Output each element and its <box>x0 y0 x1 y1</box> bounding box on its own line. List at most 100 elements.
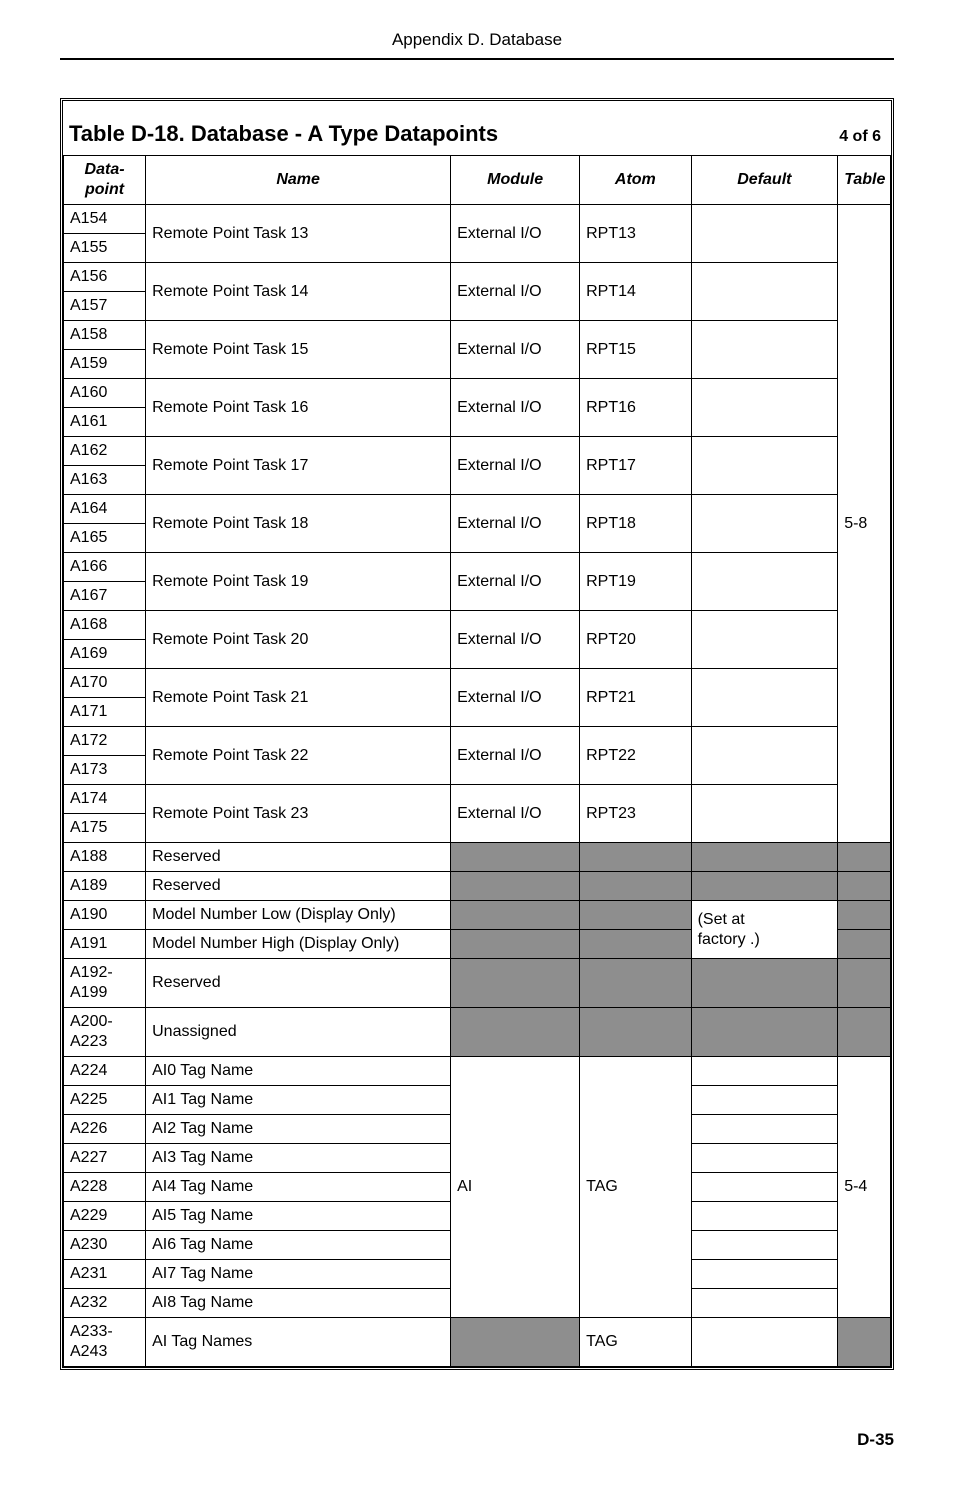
table-row: A233-A243AI Tag Names TAG <box>64 1318 891 1367</box>
cell-module: External I/O <box>451 495 580 553</box>
cell-datapoint: A173 <box>64 756 146 785</box>
table-row: A192-A199Reserved <box>64 959 891 1008</box>
cell-atom <box>580 843 691 872</box>
table-row: A172Remote Point Task 22External I/ORPT2… <box>64 727 891 756</box>
cell-table <box>838 901 891 930</box>
cell-module <box>451 872 580 901</box>
cell-datapoint: A224 <box>64 1057 146 1086</box>
cell-module: External I/O <box>451 321 580 379</box>
cell-name: Model Number High (Display Only) <box>146 930 451 959</box>
cell-datapoint: A169 <box>64 640 146 669</box>
cell-name: AI Tag Names <box>146 1318 451 1367</box>
cell-atom: RPT22 <box>580 727 691 785</box>
cell-default <box>691 1008 838 1057</box>
cell-table: 5-8 <box>838 205 891 843</box>
cell-atom <box>580 930 691 959</box>
cell-datapoint: A159 <box>64 350 146 379</box>
table-row: A160Remote Point Task 16External I/ORPT1… <box>64 379 891 408</box>
cell-datapoint: A157 <box>64 292 146 321</box>
cell-table <box>838 1008 891 1057</box>
cell-module: External I/O <box>451 263 580 321</box>
cell-datapoint: A160 <box>64 379 146 408</box>
table-row: A166Remote Point Task 19External I/ORPT1… <box>64 553 891 582</box>
cell-table <box>838 843 891 872</box>
cell-datapoint: A155 <box>64 234 146 263</box>
cell-default <box>691 785 838 843</box>
cell-name: AI4 Tag Name <box>146 1173 451 1202</box>
cell-name: Remote Point Task 23 <box>146 785 451 843</box>
cell-module <box>451 1318 580 1367</box>
cell-datapoint: A232 <box>64 1289 146 1318</box>
cell-datapoint: A190 <box>64 901 146 930</box>
cell-name: Remote Point Task 13 <box>146 205 451 263</box>
cell-atom <box>580 901 691 930</box>
cell-atom <box>580 959 691 1008</box>
cell-name: Remote Point Task 21 <box>146 669 451 727</box>
cell-datapoint: A189 <box>64 872 146 901</box>
cell-atom: TAG <box>580 1318 691 1367</box>
cell-atom: RPT17 <box>580 437 691 495</box>
cell-datapoint: A167 <box>64 582 146 611</box>
cell-default <box>691 872 838 901</box>
cell-datapoint: A163 <box>64 466 146 495</box>
cell-default <box>691 1057 838 1086</box>
table-row: A200-A223Unassigned <box>64 1008 891 1057</box>
col-name: Name <box>146 156 451 205</box>
cell-default <box>691 1260 838 1289</box>
cell-module: External I/O <box>451 611 580 669</box>
cell-atom <box>580 872 691 901</box>
col-datapoint: Data-point <box>64 156 146 205</box>
cell-table <box>838 930 891 959</box>
table-row: A188Reserved <box>64 843 891 872</box>
cell-default: (Set atfactory .) <box>691 901 838 959</box>
cell-name: AI8 Tag Name <box>146 1289 451 1318</box>
table-header-row: Data-point Name Module Atom Default Tabl… <box>64 156 891 205</box>
cell-default <box>691 611 838 669</box>
cell-name: Remote Point Task 16 <box>146 379 451 437</box>
table-row: A168Remote Point Task 20External I/ORPT2… <box>64 611 891 640</box>
cell-datapoint: A231 <box>64 1260 146 1289</box>
cell-default <box>691 553 838 611</box>
cell-default <box>691 321 838 379</box>
col-atom: Atom <box>580 156 691 205</box>
cell-name: Unassigned <box>146 1008 451 1057</box>
cell-name: AI7 Tag Name <box>146 1260 451 1289</box>
cell-default <box>691 495 838 553</box>
cell-default <box>691 379 838 437</box>
cell-module <box>451 1008 580 1057</box>
cell-module: External I/O <box>451 669 580 727</box>
table-row: A174Remote Point Task 23External I/ORPT2… <box>64 785 891 814</box>
table-page-indicator: 4 of 6 <box>839 128 881 146</box>
cell-name: AI1 Tag Name <box>146 1086 451 1115</box>
cell-name: Remote Point Task 17 <box>146 437 451 495</box>
cell-name: Remote Point Task 18 <box>146 495 451 553</box>
cell-name: AI3 Tag Name <box>146 1144 451 1173</box>
cell-default <box>691 1289 838 1318</box>
cell-atom: RPT21 <box>580 669 691 727</box>
cell-module: External I/O <box>451 205 580 263</box>
cell-module <box>451 930 580 959</box>
cell-default <box>691 1202 838 1231</box>
table-row: A224AI0 Tag NameAITAG5-4 <box>64 1057 891 1086</box>
cell-module <box>451 843 580 872</box>
col-default: Default <box>691 156 838 205</box>
table-title: Table D-18. Database - A Type Datapoints <box>69 121 498 147</box>
datapoints-table: Data-point Name Module Atom Default Tabl… <box>63 155 891 1367</box>
cell-name: AI2 Tag Name <box>146 1115 451 1144</box>
cell-datapoint: A168 <box>64 611 146 640</box>
cell-datapoint: A158 <box>64 321 146 350</box>
cell-default <box>691 263 838 321</box>
cell-name: Remote Point Task 19 <box>146 553 451 611</box>
cell-datapoint: A233-A243 <box>64 1318 146 1367</box>
cell-atom: RPT16 <box>580 379 691 437</box>
table-row: A154Remote Point Task 13External I/ORPT1… <box>64 205 891 234</box>
cell-datapoint: A175 <box>64 814 146 843</box>
table-frame: Table D-18. Database - A Type Datapoints… <box>60 98 894 1370</box>
cell-datapoint: A200-A223 <box>64 1008 146 1057</box>
cell-default <box>691 205 838 263</box>
page-footer: D-35 <box>60 1430 894 1450</box>
cell-table <box>838 872 891 901</box>
cell-atom: RPT14 <box>580 263 691 321</box>
cell-default <box>691 1318 838 1367</box>
cell-atom: RPT23 <box>580 785 691 843</box>
